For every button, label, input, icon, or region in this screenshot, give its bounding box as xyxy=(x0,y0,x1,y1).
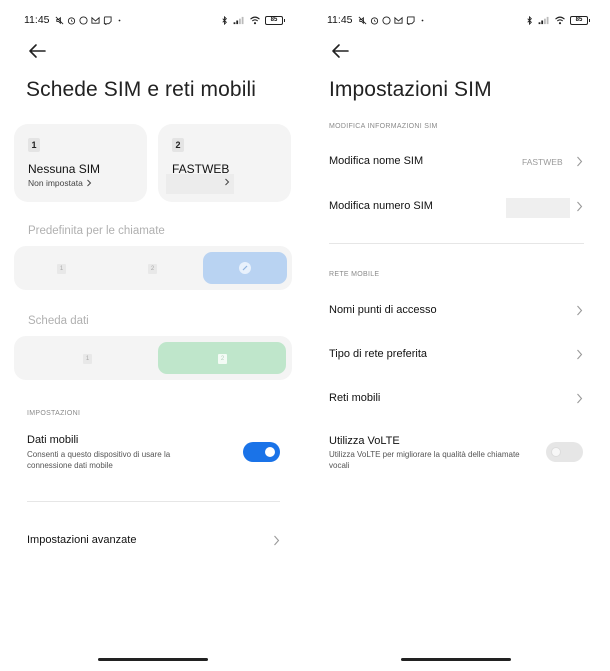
edit-info-header: MODIFICA INFORMAZIONI SIM xyxy=(329,123,438,130)
sim-1-name: Nessuna SIM xyxy=(28,162,101,176)
calls-option-2-label: 2 xyxy=(148,264,157,274)
twitch-icon xyxy=(103,15,112,25)
sim-slot-2-badge: 2 xyxy=(172,138,184,152)
gmail-icon xyxy=(90,16,100,24)
apn-label: Nomi punti di accesso xyxy=(329,304,437,316)
page-title: Schede SIM e reti mobili xyxy=(26,78,256,101)
sim-slot-1-badge: 1 xyxy=(28,138,40,152)
mobile-data-title: Dati mobili xyxy=(27,434,79,446)
home-indicator xyxy=(98,658,208,661)
chevron-right-icon xyxy=(577,349,583,360)
sim-card-1[interactable]: 1 Nessuna SIM Non impostata xyxy=(14,124,147,202)
calls-option-1-label: 1 xyxy=(57,264,66,274)
whatsapp-icon xyxy=(78,15,88,25)
whatsapp-icon xyxy=(381,15,391,25)
calls-option-sim-2[interactable]: 2 xyxy=(111,252,195,284)
volte-title: Utilizza VoLTE xyxy=(329,435,400,447)
data-option-sim-2[interactable]: 2 xyxy=(158,342,286,374)
signal-icon xyxy=(538,16,549,24)
preferred-network-label: Tipo di rete preferita xyxy=(329,348,428,360)
sim-1-status-text: Non impostata xyxy=(28,178,83,188)
status-bar: 11:45 85 xyxy=(24,12,285,28)
sim-settings-screen: 11:45 85 Impostazioni SIM MODIFICA INFOR… xyxy=(305,0,610,671)
divider xyxy=(329,243,584,244)
data-option-2-label: 2 xyxy=(218,354,227,364)
alarm-icon xyxy=(67,16,75,25)
calls-option-sim-1[interactable]: 1 xyxy=(20,252,104,284)
sim-card-2[interactable]: 2 FASTWEB xyxy=(158,124,291,202)
sim-1-status: Non impostata xyxy=(28,178,92,188)
bluetooth-icon xyxy=(527,15,532,25)
sim-name-value: FASTWEB xyxy=(522,157,563,167)
data-option-sim-1[interactable]: 1 xyxy=(20,342,154,374)
settings-header: IMPOSTAZIONI xyxy=(27,410,81,417)
dot-icon xyxy=(421,19,423,21)
volte-toggle[interactable] xyxy=(546,442,583,462)
battery-icon: 85 xyxy=(570,15,590,25)
dot-icon xyxy=(118,19,120,21)
wifi-icon xyxy=(555,16,565,24)
chevron-right-icon xyxy=(225,178,230,186)
volte-description: Utilizza VoLTE per migliorare la qualità… xyxy=(329,450,520,470)
status-bar: 11:45 85 xyxy=(327,12,590,28)
chevron-right-icon xyxy=(577,156,583,167)
edit-sim-number-label: Modifica numero SIM xyxy=(329,200,433,212)
wifi-icon xyxy=(250,16,260,24)
home-indicator xyxy=(401,658,511,661)
mobile-network-header: RETE MOBILE xyxy=(329,271,380,278)
sim-number-redacted xyxy=(506,198,570,218)
twitch-icon xyxy=(406,15,415,25)
mobile-data-description: Consenti a questo dispositivo di usare l… xyxy=(27,450,171,470)
status-time: 11:45 xyxy=(327,14,353,26)
mobile-data-toggle[interactable] xyxy=(243,442,280,462)
gmail-icon xyxy=(393,16,403,24)
chevron-right-icon xyxy=(577,305,583,316)
data-sim-selector: 1 2 xyxy=(14,336,292,380)
calls-option-ask[interactable] xyxy=(203,252,287,284)
chevron-right-icon xyxy=(86,179,92,187)
data-option-1-label: 1 xyxy=(83,354,92,364)
silent-icon xyxy=(55,16,63,24)
alarm-icon xyxy=(370,16,378,25)
advanced-settings-label: Impostazioni avanzate xyxy=(27,534,137,546)
silent-icon xyxy=(358,16,366,24)
battery-icon: 85 xyxy=(265,15,285,25)
toggle-knob xyxy=(551,447,561,457)
status-time: 11:45 xyxy=(24,14,50,26)
signal-icon xyxy=(233,16,244,24)
page-title: Impostazioni SIM xyxy=(329,78,492,101)
back-arrow-icon[interactable] xyxy=(329,40,351,62)
chevron-right-icon xyxy=(274,535,280,546)
sim-networks-screen: 11:45 85 Schede SIM e reti mobili 1 Ness… xyxy=(0,0,305,671)
calls-sim-selector: 1 2 xyxy=(14,246,292,290)
back-arrow-icon[interactable] xyxy=(26,40,48,62)
chevron-right-icon xyxy=(577,201,583,212)
toggle-knob xyxy=(265,447,275,457)
edit-sim-name-label: Modifica nome SIM xyxy=(329,155,424,167)
calls-section-label: Predefinita per le chiamate xyxy=(28,225,165,237)
chevron-right-icon xyxy=(577,393,583,404)
mobile-networks-label: Reti mobili xyxy=(329,392,381,404)
divider xyxy=(27,501,280,502)
ask-every-time-icon xyxy=(239,262,251,274)
data-section-label: Scheda dati xyxy=(28,315,89,327)
bluetooth-icon xyxy=(222,15,227,25)
